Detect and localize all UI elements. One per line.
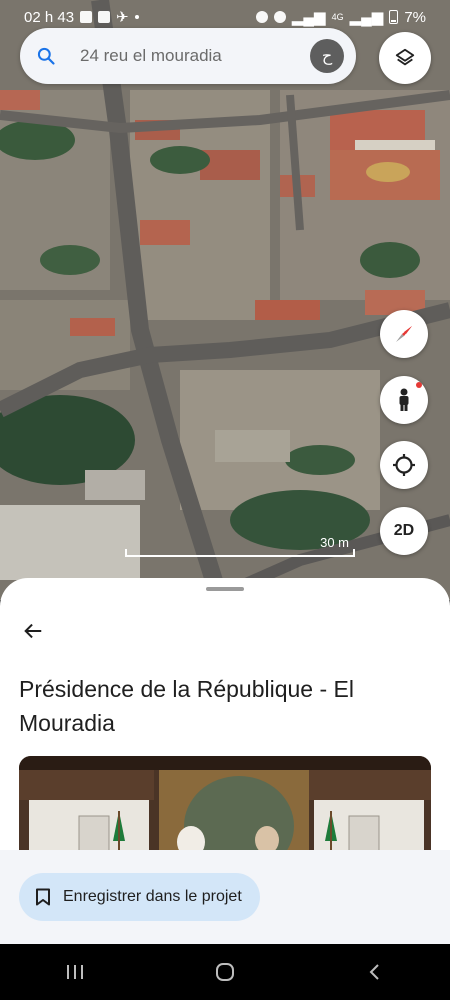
system-navigation-bar xyxy=(0,944,450,1000)
my-location-button[interactable] xyxy=(380,441,428,489)
gallery-notification-icon xyxy=(80,11,93,23)
search-bar[interactable]: 24 reu el mouradia ح xyxy=(20,28,356,84)
save-to-project-label: Enregistrer dans le projet xyxy=(63,888,242,905)
sheet-drag-handle[interactable] xyxy=(206,587,244,591)
arrow-back-icon xyxy=(24,623,42,639)
pegman-icon xyxy=(399,388,409,411)
layers-button[interactable] xyxy=(379,32,431,84)
status-time: 02 h 43 xyxy=(24,8,75,26)
sheet-footer: Enregistrer dans le projet xyxy=(0,850,450,944)
signal-icon: ▂▄▆ xyxy=(291,9,326,26)
avatar[interactable]: ح xyxy=(310,39,344,73)
video-notification-icon xyxy=(98,11,111,23)
search-icon[interactable] xyxy=(36,46,56,66)
home-button[interactable] xyxy=(205,952,245,992)
street-view-indicator-icon xyxy=(416,382,422,388)
home-icon xyxy=(216,963,234,981)
status-bar: 02 h 43 ✈ ▂▄▆ 4G ▂▄▆ 7% xyxy=(0,0,450,34)
search-input[interactable]: 24 reu el mouradia xyxy=(80,46,310,66)
place-title: Présidence de la République - El Mouradi… xyxy=(19,676,354,736)
status-left: 02 h 43 ✈ xyxy=(24,8,139,26)
back-button[interactable] xyxy=(16,614,50,648)
scale-bar xyxy=(125,549,355,557)
chevron-left-icon xyxy=(369,964,379,980)
map-scale: 30 m xyxy=(125,535,355,557)
save-to-project-button[interactable]: Enregistrer dans le projet xyxy=(19,873,260,921)
street-view-button[interactable] xyxy=(380,376,428,424)
telegram-notification-icon: ✈ xyxy=(116,9,129,26)
battery-level: 7% xyxy=(404,8,426,26)
more-notifications-icon xyxy=(134,15,139,19)
recent-apps-icon xyxy=(67,965,83,979)
status-right: ▂▄▆ 4G ▂▄▆ 7% xyxy=(255,8,426,26)
recent-apps-button[interactable] xyxy=(55,952,95,992)
satellite-imagery xyxy=(0,0,450,600)
alarm-icon xyxy=(255,11,268,23)
compass-button[interactable] xyxy=(380,310,428,358)
signal-icon-2: ▂▄▆ xyxy=(349,9,384,26)
satellite-map[interactable] xyxy=(0,0,450,600)
clock-icon xyxy=(273,11,286,23)
scale-label: 30 m xyxy=(320,535,349,550)
network-type: 4G xyxy=(331,12,344,22)
2d-toggle-button[interactable]: 2D xyxy=(380,507,428,555)
compass-icon xyxy=(396,326,412,342)
bookmark-icon xyxy=(36,888,50,906)
system-back-button[interactable] xyxy=(355,952,395,992)
battery-icon xyxy=(389,10,399,24)
layers-icon xyxy=(395,48,415,66)
crosshair-icon xyxy=(393,454,415,476)
